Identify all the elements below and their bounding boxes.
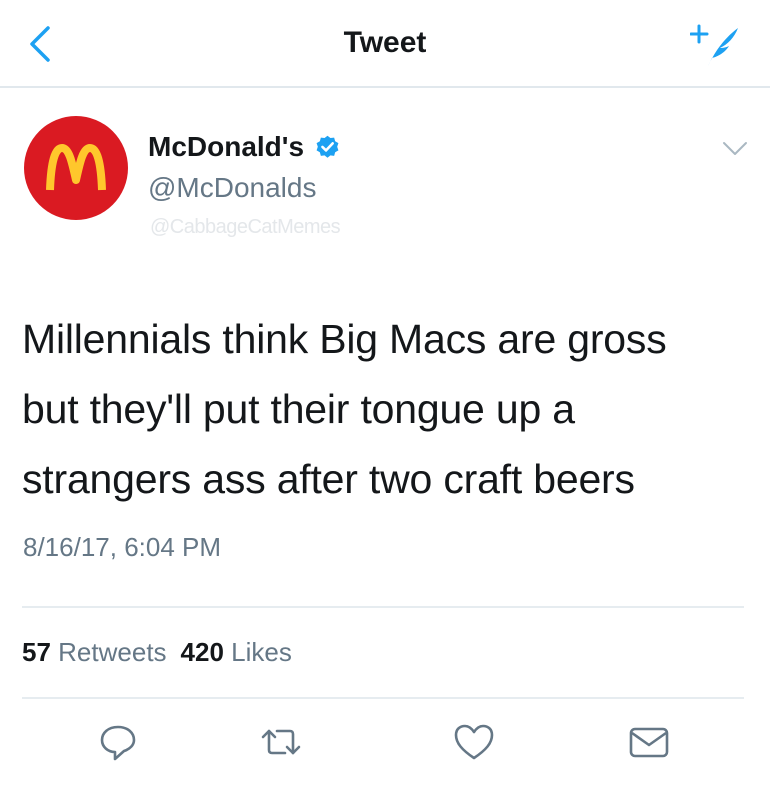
retweets-label: Retweets — [58, 637, 167, 667]
cropped-text-remnant — [20, 268, 750, 276]
compose-tweet-button[interactable] — [689, 22, 742, 70]
compose-tweet-icon — [689, 24, 738, 66]
tweet-text-line: Millennials think Big Macs are gross — [22, 316, 667, 362]
tweet-timestamp: 8/16/17, 6:04 PM — [23, 532, 222, 562]
nav-header: Tweet — [0, 0, 770, 88]
watermark: @CabbageCatMemes — [150, 216, 341, 238]
retweets-stat[interactable]: 57 Retweets — [22, 637, 167, 667]
likes-label: Likes — [231, 637, 292, 667]
divider — [22, 697, 744, 699]
verified-badge-icon — [316, 135, 339, 158]
tweet-text: Millennials think Big Macs are gross but… — [22, 304, 762, 514]
direct-message-button[interactable] — [627, 720, 671, 764]
tweet-text-line: but they'll put their tongue up a — [22, 386, 575, 432]
avatar[interactable] — [24, 116, 128, 220]
direct-message-icon — [629, 727, 669, 758]
chevron-down-icon — [723, 142, 747, 155]
like-icon — [454, 724, 494, 760]
retweets-count: 57 — [22, 637, 51, 667]
mcdonalds-logo-icon — [46, 144, 106, 191]
retweet-button[interactable] — [259, 720, 303, 764]
reply-icon — [100, 725, 136, 761]
author-display-name[interactable]: McDonald's — [148, 131, 304, 163]
divider — [22, 606, 744, 608]
like-button[interactable] — [452, 720, 496, 764]
likes-stat[interactable]: 420 Likes — [181, 637, 292, 667]
page-title: Tweet — [343, 26, 427, 59]
tweet-options-button[interactable] — [720, 138, 750, 160]
engagement-stats: 57 Retweets 420 Likes — [22, 637, 292, 668]
tweet-text-line: strangers ass after two craft beers — [22, 456, 635, 502]
retweet-icon — [261, 729, 301, 755]
reply-button[interactable] — [96, 720, 140, 764]
likes-count: 420 — [180, 637, 224, 667]
author-name-row: McDonald's — [148, 131, 341, 163]
author-handle[interactable]: @McDonalds — [148, 172, 316, 204]
